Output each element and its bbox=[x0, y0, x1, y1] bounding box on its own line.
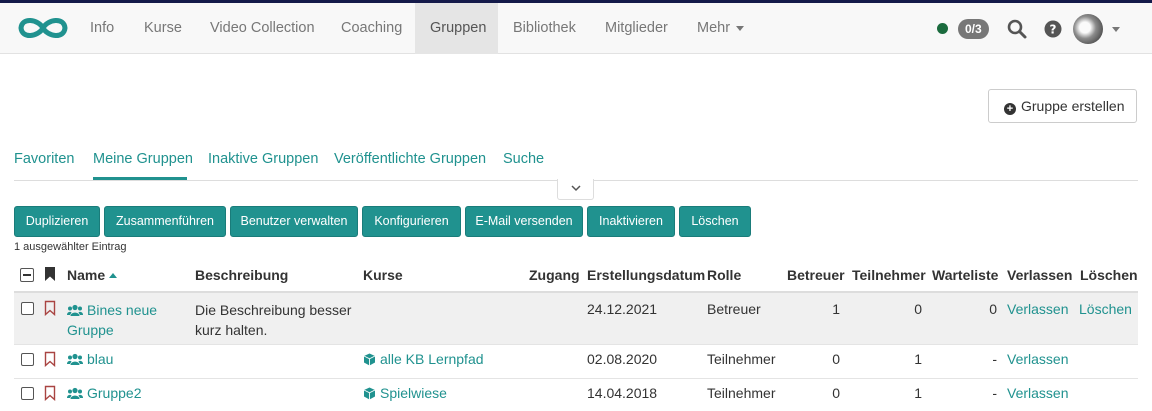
manage-users-button[interactable]: Benutzer verwalten bbox=[230, 206, 358, 237]
infinity-logo-icon[interactable] bbox=[14, 13, 72, 43]
avatar[interactable] bbox=[1073, 14, 1103, 44]
role-cell: Teilnehmer bbox=[707, 385, 776, 401]
select-all-checkbox[interactable] bbox=[20, 268, 34, 282]
duplicate-button[interactable]: Duplizieren bbox=[14, 206, 100, 237]
column-participants[interactable]: Teilnehmer bbox=[852, 267, 926, 283]
participants-cell: 1 bbox=[914, 351, 922, 367]
row-checkbox[interactable] bbox=[21, 302, 34, 315]
course-link[interactable]: alle KB Lernpfad bbox=[363, 351, 484, 367]
waitlist-cell: 0 bbox=[989, 301, 997, 317]
nav-video-collection[interactable]: Video Collection bbox=[195, 3, 330, 54]
main-navbar: Info Kurse Video Collection Coaching Gru… bbox=[0, 3, 1152, 54]
role-cell: Teilnehmer bbox=[707, 351, 776, 367]
svg-text:?: ? bbox=[1050, 23, 1057, 37]
deactivate-button[interactable]: Inaktivieren bbox=[587, 206, 675, 237]
coaches-cell: 0 bbox=[832, 385, 840, 401]
column-access[interactable]: Zugang bbox=[529, 267, 580, 283]
coaches-cell: 1 bbox=[832, 301, 840, 317]
leave-link[interactable]: Verlassen bbox=[1007, 301, 1068, 317]
bookmark-icon[interactable] bbox=[44, 300, 56, 316]
bookmark-icon[interactable] bbox=[44, 266, 56, 282]
tab-suche[interactable]: Suche bbox=[503, 151, 544, 167]
help-icon[interactable]: ? bbox=[1042, 18, 1064, 40]
nav-info[interactable]: Info bbox=[75, 3, 129, 54]
group-name-link[interactable]: blau bbox=[67, 351, 113, 367]
participants-cell: 1 bbox=[914, 385, 922, 401]
waitlist-cell: - bbox=[992, 351, 997, 367]
tab-veroeffentlichte-gruppen[interactable]: Veröffentlichte Gruppen bbox=[334, 151, 486, 167]
chevron-down-icon bbox=[736, 25, 745, 31]
description-cell: Die Beschreibung besser kurz halten. bbox=[195, 302, 352, 338]
group-icon bbox=[67, 304, 83, 316]
delete-button[interactable]: Löschen bbox=[679, 206, 751, 237]
column-description[interactable]: Beschreibung bbox=[195, 267, 288, 283]
row-checkbox[interactable] bbox=[21, 387, 34, 400]
search-icon[interactable] bbox=[1006, 18, 1028, 40]
course-name-text: Spielwiese bbox=[380, 385, 447, 401]
column-leave[interactable]: Verlassen bbox=[1007, 267, 1072, 283]
leave-link[interactable]: Verlassen bbox=[1007, 385, 1068, 401]
coaches-cell: 0 bbox=[832, 351, 840, 367]
selection-info: 1 ausgewählter Eintrag bbox=[14, 241, 127, 253]
course-icon bbox=[363, 387, 376, 400]
column-delete[interactable]: Löschen bbox=[1080, 267, 1138, 283]
created-cell: 24.12.2021 bbox=[587, 301, 658, 317]
column-waitlist[interactable]: Warteliste bbox=[932, 267, 998, 283]
create-group-label: Gruppe erstellen bbox=[1021, 98, 1125, 114]
row-checkbox[interactable] bbox=[21, 353, 34, 366]
column-created[interactable]: Erstellungsdatum bbox=[587, 267, 705, 283]
group-icon bbox=[67, 387, 83, 399]
nav-mehr[interactable]: Mehr bbox=[682, 3, 759, 54]
role-cell: Betreuer bbox=[707, 301, 761, 317]
notification-count-badge[interactable]: 0/3 bbox=[958, 19, 989, 39]
merge-button[interactable]: Zusammenführen bbox=[104, 206, 226, 237]
group-tabs: Favoriten Meine Gruppen Inaktive Gruppen… bbox=[14, 140, 1138, 181]
course-name-text: alle KB Lernpfad bbox=[380, 351, 484, 367]
nav-bibliothek[interactable]: Bibliothek bbox=[498, 3, 591, 54]
active-tab-indicator bbox=[93, 177, 187, 180]
column-name-label: Name bbox=[67, 267, 106, 283]
course-icon bbox=[363, 353, 376, 366]
sort-ascending-icon bbox=[109, 273, 118, 278]
column-courses[interactable]: Kurse bbox=[363, 267, 403, 283]
configure-button[interactable]: Konfigurieren bbox=[362, 206, 461, 237]
column-name[interactable]: Name bbox=[67, 267, 118, 283]
nav-gruppen[interactable]: Gruppen bbox=[415, 3, 498, 54]
group-name-text: blau bbox=[87, 351, 114, 367]
created-cell: 14.04.2018 bbox=[587, 385, 658, 401]
user-menu-chevron-icon[interactable] bbox=[1112, 27, 1120, 32]
column-role[interactable]: Rolle bbox=[707, 267, 741, 283]
delete-link[interactable]: Löschen bbox=[1079, 301, 1132, 317]
collapse-toggle-button[interactable] bbox=[557, 179, 594, 200]
tab-favoriten[interactable]: Favoriten bbox=[14, 151, 74, 167]
plus-circle-icon: + bbox=[1004, 103, 1016, 115]
online-status-dot[interactable] bbox=[937, 23, 948, 34]
bookmark-icon[interactable] bbox=[44, 351, 56, 367]
participants-cell: 0 bbox=[914, 301, 922, 317]
leave-link[interactable]: Verlassen bbox=[1007, 351, 1068, 367]
group-name-link[interactable]: Bines neue Gruppe bbox=[67, 300, 187, 340]
tab-meine-gruppen[interactable]: Meine Gruppen bbox=[93, 151, 193, 167]
column-coaches[interactable]: Betreuer bbox=[787, 267, 845, 283]
created-cell: 02.08.2020 bbox=[587, 351, 658, 367]
waitlist-cell: - bbox=[992, 385, 997, 401]
tab-inaktive-gruppen[interactable]: Inaktive Gruppen bbox=[208, 151, 318, 167]
nav-mitglieder[interactable]: Mitglieder bbox=[590, 3, 683, 54]
nav-kurse[interactable]: Kurse bbox=[129, 3, 197, 54]
group-icon bbox=[67, 353, 83, 365]
course-link[interactable]: Spielwiese bbox=[363, 385, 447, 401]
send-email-button[interactable]: E-Mail versenden bbox=[465, 206, 583, 237]
group-name-link[interactable]: Gruppe2 bbox=[67, 385, 141, 401]
bookmark-icon[interactable] bbox=[44, 385, 56, 401]
create-group-button[interactable]: + Gruppe erstellen bbox=[988, 89, 1137, 123]
chevron-down-icon bbox=[571, 185, 581, 192]
group-name-text: Gruppe2 bbox=[87, 385, 142, 401]
nav-coaching[interactable]: Coaching bbox=[326, 3, 417, 54]
nav-mehr-label: Mehr bbox=[697, 20, 731, 36]
